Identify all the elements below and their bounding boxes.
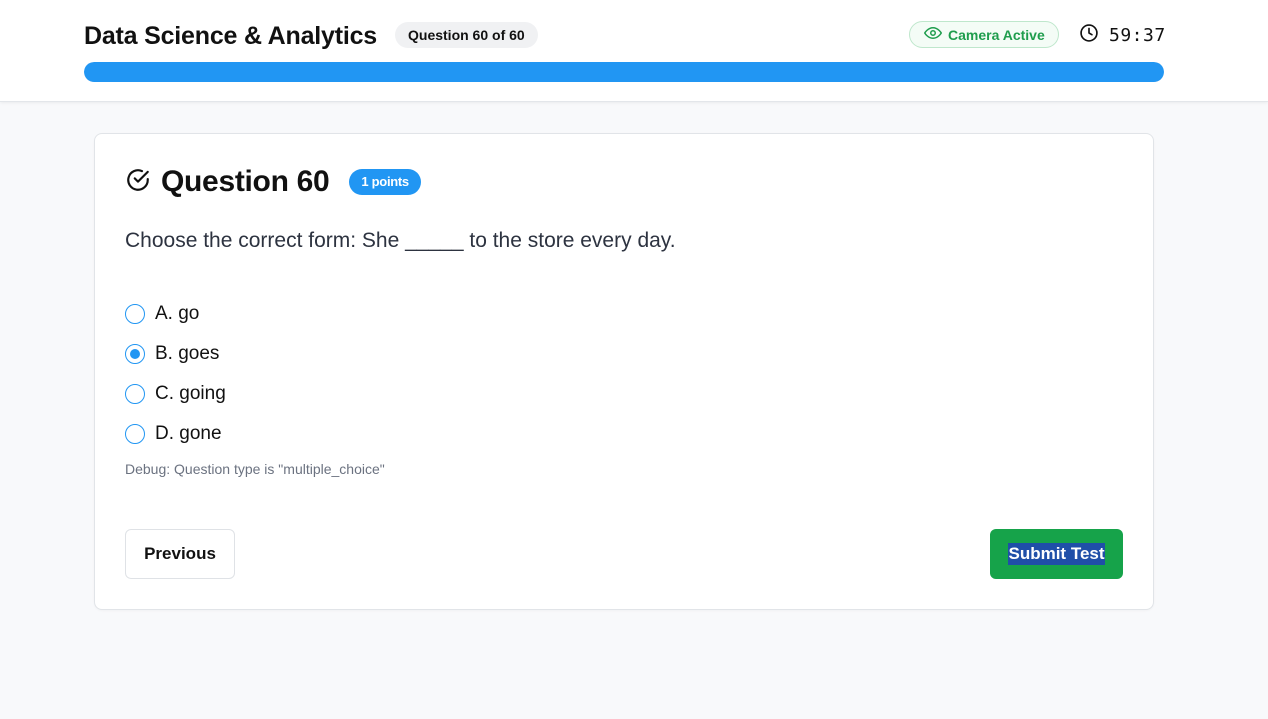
camera-status-label: Camera Active [948, 26, 1045, 43]
answer-option-d[interactable]: D. gone [125, 414, 226, 454]
camera-status-badge: Camera Active [909, 21, 1059, 48]
progress-bar-fill [84, 62, 1164, 82]
answer-option-a[interactable]: A. go [125, 294, 226, 334]
submit-test-label[interactable]: Submit Test [1008, 543, 1105, 565]
eye-icon [924, 24, 942, 45]
question-title: Question 60 [161, 165, 330, 198]
option-label[interactable]: C. going [155, 383, 226, 405]
clock-icon [1079, 23, 1099, 48]
header-bar: Data Science & Analytics Question 60 of … [0, 0, 1268, 102]
timer-value: 59:37 [1109, 24, 1166, 46]
option-label[interactable]: A. go [155, 303, 199, 325]
answer-option-b[interactable]: B. goes [125, 334, 226, 374]
check-circle-icon [125, 167, 151, 198]
answer-options: A. go B. goes C. going D. gone [125, 294, 226, 454]
question-counter-badge: Question 60 of 60 [395, 22, 538, 48]
app-title: Data Science & Analytics [84, 22, 378, 50]
question-header: Question 60 1 points [125, 164, 421, 200]
answer-option-c[interactable]: C. going [125, 374, 226, 414]
option-label[interactable]: B. goes [155, 343, 219, 365]
debug-text: Debug: Question type is "multiple_choice… [125, 461, 385, 477]
progress-bar [84, 62, 1164, 82]
header-inner: Data Science & Analytics Question 60 of … [84, 18, 1166, 54]
question-text: Choose the correct form: She _____ to th… [125, 229, 676, 252]
points-badge: 1 points [349, 169, 421, 195]
question-card: Question 60 1 points Choose the correct … [94, 133, 1154, 610]
option-label[interactable]: D. gone [155, 423, 222, 445]
radio-button[interactable] [125, 304, 145, 324]
submit-test-button[interactable]: Submit Test [990, 529, 1123, 579]
radio-button[interactable] [125, 344, 145, 364]
radio-button[interactable] [125, 424, 145, 444]
timer: 59:37 [1079, 22, 1166, 48]
radio-button[interactable] [125, 384, 145, 404]
previous-button[interactable]: Previous [125, 529, 235, 579]
